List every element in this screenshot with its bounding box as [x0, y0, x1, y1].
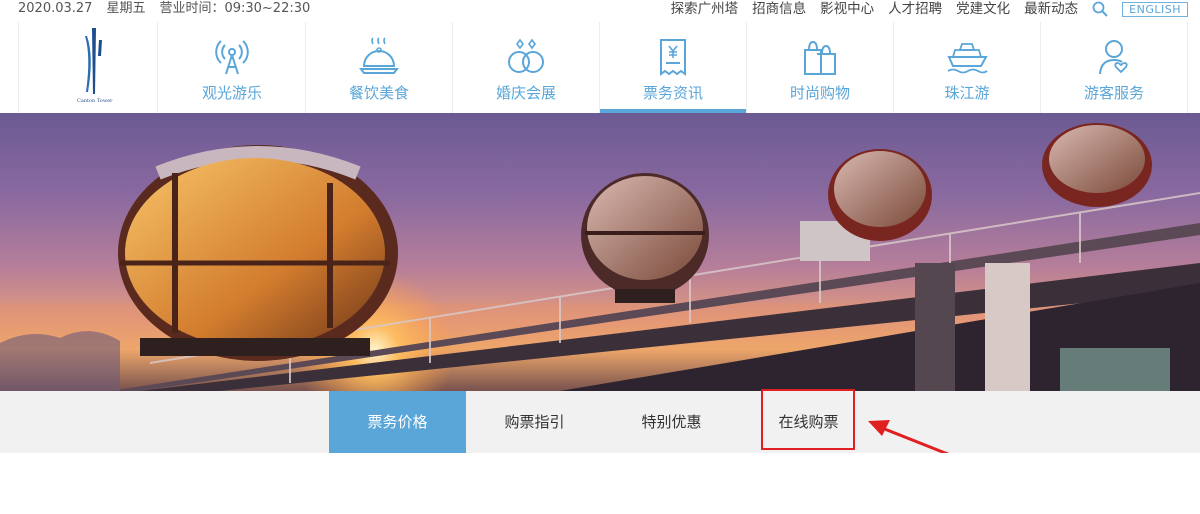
logo-text: Canton Tower — [77, 98, 113, 104]
nav-item-dining[interactable]: 餐饮美食 — [306, 22, 453, 113]
nav-item-label: 婚庆会展 — [495, 84, 556, 102]
tab-purchase-guide[interactable]: 购票指引 — [466, 391, 603, 453]
main-nav: Canton Tower 观光游乐 餐饮美食 婚庆会展 票务资讯 时尚购物 珠江… — [0, 22, 1200, 113]
wedding-rings-icon — [508, 38, 544, 73]
top-link-careers[interactable]: 人才招聘 — [888, 0, 942, 18]
ticket-subtab-bar: 票务价格 购票指引 特别优惠 在线购票 — [0, 391, 1200, 453]
cruise-ship-icon — [947, 43, 988, 74]
nav-item-tickets[interactable]: 票务资讯 — [600, 22, 747, 113]
top-links: 探索广州塔 招商信息 影视中心 人才招聘 党建文化 最新动态 ENGLISH — [671, 0, 1188, 18]
content-area — [0, 453, 1200, 514]
nav-item-label: 观光游乐 — [201, 84, 262, 102]
nav-item-wedding[interactable]: 婚庆会展 — [453, 22, 600, 113]
nav-item-visitor-service[interactable]: 游客服务 — [1041, 22, 1188, 113]
tower-signal-icon — [215, 40, 249, 75]
tab-special-offers[interactable]: 特别优惠 — [603, 391, 740, 453]
nav-item-label: 餐饮美食 — [348, 84, 409, 102]
top-link-investment[interactable]: 招商信息 — [752, 0, 806, 18]
nav-item-sightseeing[interactable]: 观光游乐 — [159, 22, 306, 113]
top-link-film[interactable]: 影视中心 — [820, 0, 874, 18]
current-weekday: 星期五 — [106, 1, 146, 16]
tower-logo-icon — [85, 28, 102, 94]
tab-online-booking[interactable]: 在线购票 — [740, 391, 877, 453]
current-date: 2020.03.27 — [18, 1, 93, 16]
top-link-news[interactable]: 最新动态 — [1024, 0, 1078, 18]
tab-ticket-prices[interactable]: 票务价格 — [329, 391, 466, 453]
nav-items: 观光游乐 餐饮美食 婚庆会展 票务资讯 时尚购物 珠江游 游客服务 — [159, 22, 1188, 113]
ferris-capsule-illustration — [0, 123, 1200, 391]
search-icon[interactable] — [1092, 1, 1108, 17]
ticket-icon — [660, 39, 686, 76]
top-info-left: 2020.03.27 星期五 营业时间：09:30~22:30 — [18, 0, 310, 18]
hero-banner-image — [0, 113, 1200, 391]
business-hours: 营业时间：09:30~22:30 — [159, 1, 311, 16]
dining-cloche-icon — [359, 37, 399, 74]
top-info-bar: 2020.03.27 星期五 营业时间：09:30~22:30 探索广州塔 招商… — [0, 0, 1200, 22]
nav-item-label: 游客服务 — [1083, 84, 1144, 102]
english-language-button[interactable]: ENGLISH — [1122, 1, 1188, 17]
top-link-explore[interactable]: 探索广州塔 — [671, 0, 739, 18]
nav-item-river-cruise[interactable]: 珠江游 — [894, 22, 1041, 113]
shopping-bag-icon — [804, 40, 836, 75]
visitor-service-icon — [1099, 40, 1128, 75]
canton-tower-logo[interactable]: Canton Tower — [18, 22, 158, 113]
nav-item-label: 时尚购物 — [789, 84, 850, 102]
nav-item-label: 珠江游 — [944, 84, 990, 102]
nav-item-label: 票务资讯 — [642, 84, 703, 102]
nav-item-shopping[interactable]: 时尚购物 — [747, 22, 894, 113]
subtabs: 票务价格 购票指引 特别优惠 在线购票 — [329, 391, 877, 453]
top-link-party[interactable]: 党建文化 — [956, 0, 1010, 18]
